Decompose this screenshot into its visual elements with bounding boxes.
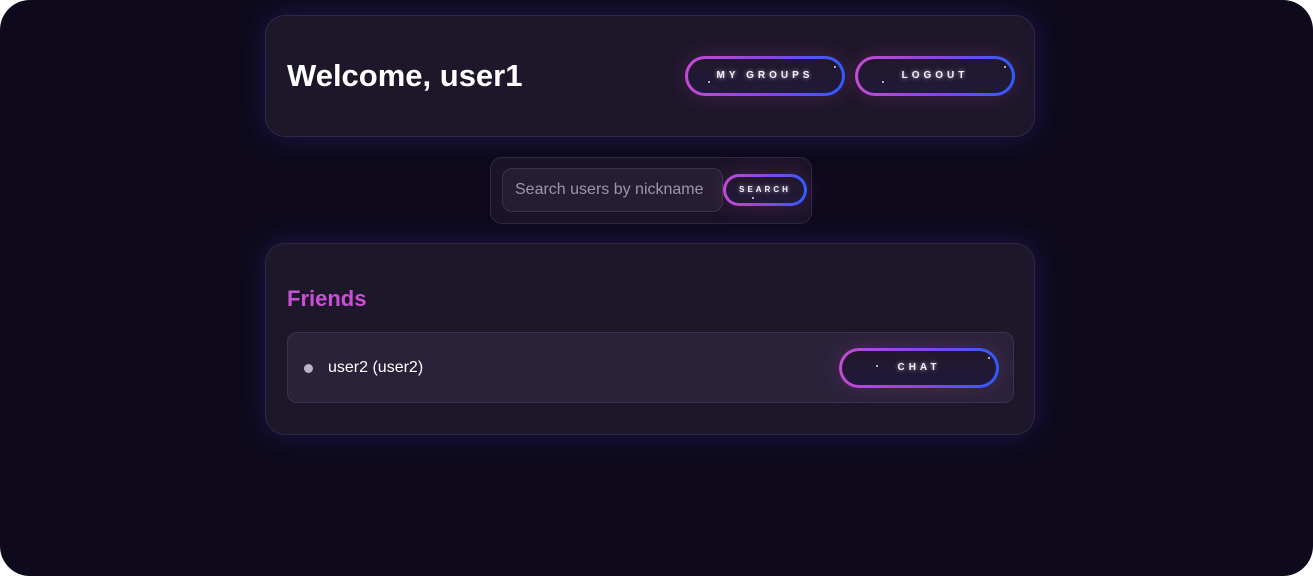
chat-button-label: CHAT <box>897 362 941 373</box>
search-button[interactable]: SEARCH <box>723 174 807 206</box>
sparkle-icon <box>752 197 754 199</box>
welcome-heading: Welcome, user1 <box>287 58 523 93</box>
sparkle-icon <box>876 365 878 367</box>
sparkle-icon <box>1004 66 1006 68</box>
logout-button[interactable]: LOGOUT <box>855 56 1015 96</box>
friend-name: user2 (user2) <box>328 359 424 376</box>
friends-card: Friends user2 (user2) CHAT <box>265 243 1035 435</box>
app-window: Welcome, user1 MY GROUPS LOGOUT SEARCH F… <box>0 0 1313 576</box>
sparkle-icon <box>882 81 884 83</box>
header-card: Welcome, user1 MY GROUPS LOGOUT <box>265 15 1035 137</box>
friends-heading: Friends <box>287 286 367 311</box>
chat-button[interactable]: CHAT <box>839 348 999 388</box>
friend-list-item: user2 (user2) CHAT <box>287 332 1014 403</box>
search-button-label: SEARCH <box>739 185 791 194</box>
search-bar: SEARCH <box>490 157 812 224</box>
my-groups-button[interactable]: MY GROUPS <box>685 56 845 96</box>
search-input[interactable] <box>502 168 723 212</box>
sparkle-icon <box>834 66 836 68</box>
sparkle-icon <box>708 81 710 83</box>
status-dot-icon <box>304 364 313 373</box>
sparkle-icon <box>988 357 990 359</box>
my-groups-label: MY GROUPS <box>716 70 814 81</box>
logout-label: LOGOUT <box>901 70 969 81</box>
